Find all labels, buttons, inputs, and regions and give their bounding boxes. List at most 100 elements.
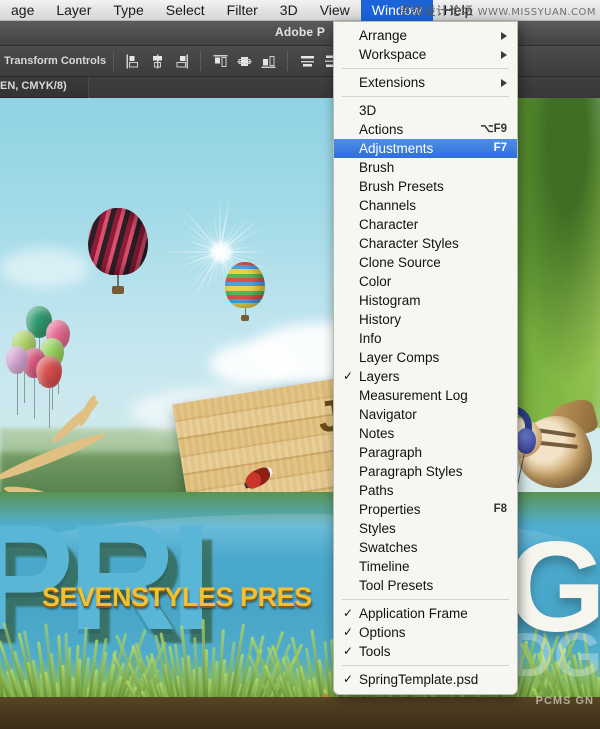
soil-strip <box>0 697 600 729</box>
menu-item-label: Paths <box>359 483 394 498</box>
menu-item-swatches[interactable]: Swatches <box>334 538 517 557</box>
menu-item-histogram[interactable]: Histogram <box>334 291 517 310</box>
menu-item-character-styles[interactable]: Character Styles <box>334 234 517 253</box>
divider <box>287 51 289 71</box>
menu-item-actions[interactable]: Actions ⌥F9 <box>334 120 517 139</box>
menu-item-navigator[interactable]: Navigator <box>334 405 517 424</box>
menu-item-label: Extensions <box>359 75 426 90</box>
menu-item-label: Notes <box>359 426 395 441</box>
menu-item-properties[interactable]: Properties F8 <box>334 500 517 519</box>
menu-item-label: Swatches <box>359 540 418 555</box>
party-balloon <box>36 356 62 388</box>
menu-item-label: Brush Presets <box>359 179 444 194</box>
transform-controls-label: Transform Controls <box>4 55 107 67</box>
menu-item-tool-presets[interactable]: Tool Presets <box>334 576 517 595</box>
menu-item-extensions[interactable]: Extensions <box>334 73 517 92</box>
submenu-arrow-icon <box>501 50 507 59</box>
menu-item-label: Application Frame <box>359 606 468 621</box>
menubar-item-3d[interactable]: 3D <box>269 0 309 21</box>
hot-air-balloon-striped <box>88 208 148 296</box>
check-icon: ✓ <box>343 606 354 620</box>
menu-item-label: Info <box>359 331 382 346</box>
menu-item-options[interactable]: ✓ Options <box>334 623 517 642</box>
menu-item-paragraph-styles[interactable]: Paragraph Styles <box>334 462 517 481</box>
menubar-item-layer[interactable]: Layer <box>45 0 102 21</box>
align-vertical-centers-icon[interactable] <box>233 50 255 72</box>
menu-item-label: SpringTemplate.psd <box>359 672 479 687</box>
menu-item-info[interactable]: Info <box>334 329 517 348</box>
menu-item-label: History <box>359 312 402 327</box>
menu-item-brush[interactable]: Brush <box>334 158 517 177</box>
menu-item-arrange[interactable]: Arrange <box>334 26 517 45</box>
menu-item-notes[interactable]: Notes <box>334 424 517 443</box>
align-right-edges-icon[interactable] <box>170 50 192 72</box>
menu-separator <box>342 599 509 600</box>
divider <box>113 51 115 71</box>
menubar-item-age[interactable]: age <box>0 0 45 21</box>
ghost-letters: DG <box>509 621 600 690</box>
menu-item-styles[interactable]: Styles <box>334 519 517 538</box>
menu-item-shortcut: F8 <box>493 503 507 515</box>
menu-item-color[interactable]: Color <box>334 272 517 291</box>
menu-item-label: Tools <box>359 644 391 659</box>
menu-item-measurement-log[interactable]: Measurement Log <box>334 386 517 405</box>
align-bottom-edges-icon[interactable] <box>257 50 279 72</box>
menu-item-springtemplate-psd[interactable]: ✓ SpringTemplate.psd <box>334 670 517 689</box>
watermark: 思缘设计论坛 WWW.MISSYUAN.COM <box>399 2 596 19</box>
menubar-item-select[interactable]: Select <box>155 0 216 21</box>
align-top-edges-icon[interactable] <box>209 50 231 72</box>
menu-item-label: Workspace <box>359 47 427 62</box>
menu-item-shortcut: F7 <box>493 142 507 154</box>
menu-item-layers[interactable]: ✓ Layers <box>334 367 517 386</box>
submenu-arrow-icon <box>501 31 507 40</box>
cloud <box>210 343 300 385</box>
menu-item-layer-comps[interactable]: Layer Comps <box>334 348 517 367</box>
menu-item-label: Layer Comps <box>359 350 440 365</box>
menu-item-channels[interactable]: Channels <box>334 196 517 215</box>
menu-item-adjustments[interactable]: Adjustments F7 <box>334 139 517 158</box>
menu-separator <box>342 68 509 69</box>
menu-item-label: Paragraph Styles <box>359 464 463 479</box>
align-left-edges-icon[interactable] <box>122 50 144 72</box>
menu-item-3d[interactable]: 3D <box>334 101 517 120</box>
menu-item-label: Channels <box>359 198 417 213</box>
color-mode-label: EN, CMYK/8) <box>0 80 67 92</box>
menu-item-clone-source[interactable]: Clone Source <box>334 253 517 272</box>
menu-item-label: Character Styles <box>359 236 459 251</box>
hot-air-balloon-colorful <box>225 262 265 322</box>
menu-item-history[interactable]: History <box>334 310 517 329</box>
menu-item-label: Navigator <box>359 407 417 422</box>
antler-branch <box>0 388 144 508</box>
menu-item-paragraph[interactable]: Paragraph <box>334 443 517 462</box>
align-horizontal-centers-icon[interactable] <box>146 50 168 72</box>
menu-item-label: Color <box>359 274 392 289</box>
check-icon: ✓ <box>343 644 354 658</box>
menu-item-application-frame[interactable]: ✓ Application Frame <box>334 604 517 623</box>
menu-item-label: Actions <box>359 122 404 137</box>
menu-item-label: Paragraph <box>359 445 423 460</box>
menu-item-label: Properties <box>359 502 421 517</box>
menu-item-label: 3D <box>359 103 377 118</box>
menubar-item-type[interactable]: Type <box>102 0 154 21</box>
menu-item-timeline[interactable]: Timeline <box>334 557 517 576</box>
check-icon: ✓ <box>343 672 354 686</box>
photoshop-window: JU 2 PRI PRI SEVENSTYLES PRES G DG PCMS … <box>0 0 600 729</box>
menubar-item-filter[interactable]: Filter <box>216 0 269 21</box>
menu-item-brush-presets[interactable]: Brush Presets <box>334 177 517 196</box>
menu-item-label: Layers <box>359 369 400 384</box>
menubar-item-view[interactable]: View <box>309 0 361 21</box>
menu-item-label: Character <box>359 217 419 232</box>
menu-item-workspace[interactable]: Workspace <box>334 45 517 64</box>
menu-item-shortcut: ⌥F9 <box>480 123 507 135</box>
menu-item-paths[interactable]: Paths <box>334 481 517 500</box>
menu-item-tools[interactable]: ✓ Tools <box>334 642 517 661</box>
headphone-earcup-icon <box>516 428 536 454</box>
submenu-arrow-icon <box>501 78 507 87</box>
menu-item-label: Adjustments <box>359 141 434 156</box>
distribute-top-edges-icon[interactable] <box>296 50 318 72</box>
watermark-chinese: 思缘设计论坛 <box>398 4 474 18</box>
check-icon: ✓ <box>343 369 354 383</box>
menu-item-character[interactable]: Character <box>334 215 517 234</box>
menu-separator <box>342 96 509 97</box>
window-menu-dropdown[interactable]: Arrange Workspace Extensions 3D Actions ⌥F9 Ad… <box>333 21 518 695</box>
